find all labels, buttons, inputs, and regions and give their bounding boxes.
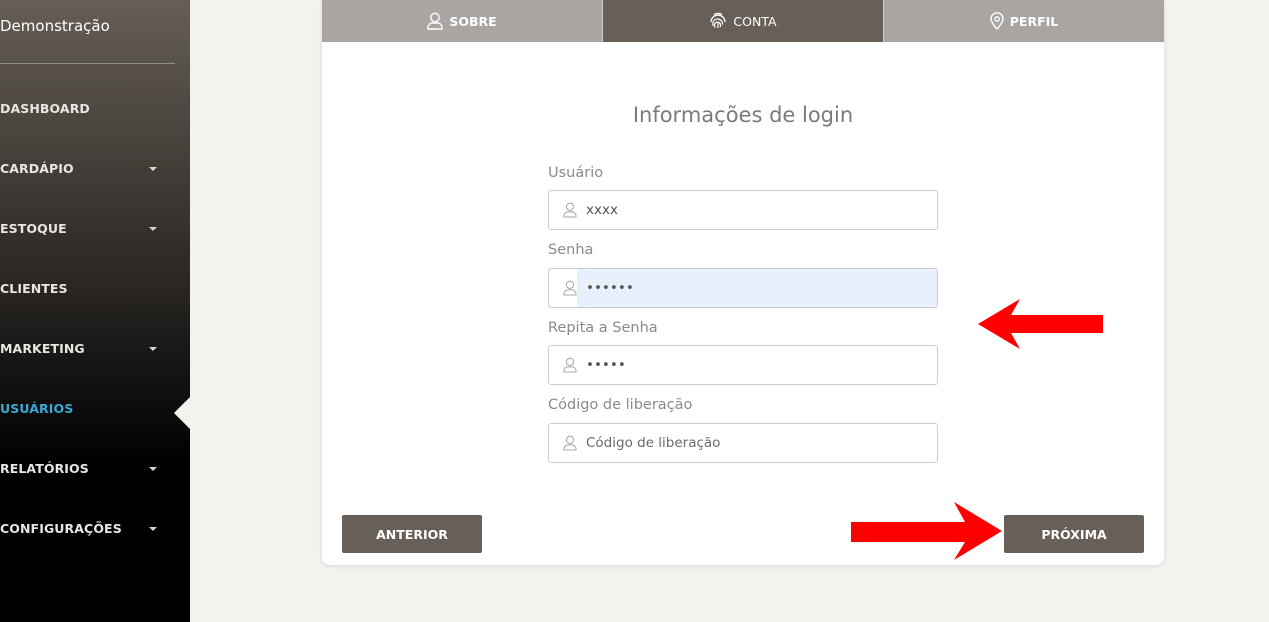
- sidebar-item-estoque[interactable]: ESTOQUE: [0, 198, 190, 258]
- sidebar-item-label: CONFIGURAÇÕES: [0, 520, 122, 536]
- sidebar-item-label: DASHBOARD: [0, 100, 90, 116]
- active-indicator: [174, 397, 190, 429]
- proxima-button[interactable]: PRÓXIMA: [1004, 515, 1144, 553]
- repita-senha-field[interactable]: [548, 345, 938, 385]
- repita-senha-label: Repita a Senha: [548, 320, 658, 336]
- codigo-input[interactable]: [577, 424, 937, 462]
- sidebar-item-configuracoes[interactable]: CONFIGURAÇÕES: [0, 498, 190, 558]
- anterior-button[interactable]: ANTERIOR: [342, 515, 482, 553]
- sidebar-item-relatorios[interactable]: RELATÓRIOS: [0, 438, 190, 498]
- sidebar-item-clientes[interactable]: CLIENTES: [0, 258, 190, 318]
- sidebar-item-label: USUÁRIOS: [0, 400, 74, 416]
- sidebar-item-label: CLIENTES: [0, 280, 68, 296]
- brand-divider: [0, 63, 175, 64]
- tab-conta[interactable]: CONTA: [602, 0, 883, 42]
- senha-input[interactable]: [577, 269, 937, 307]
- sidebar: Demonstração DASHBOARD CARDÁPIO ESTOQUE …: [0, 0, 190, 622]
- tab-label: SOBRE: [449, 13, 497, 29]
- repita-senha-input[interactable]: [577, 346, 937, 384]
- user-icon: [427, 12, 444, 30]
- fingerprint-icon: [709, 12, 727, 30]
- usuario-field[interactable]: [548, 190, 938, 230]
- sidebar-item-dashboard[interactable]: DASHBOARD: [0, 78, 190, 138]
- brand-name: Demonstração: [0, 17, 110, 35]
- form-title: Informações de login: [632, 103, 854, 127]
- tab-label: CONTA: [733, 13, 777, 29]
- tab-sobre[interactable]: SOBRE: [322, 0, 602, 42]
- sidebar-item-label: MARKETING: [0, 340, 85, 356]
- map-pin-icon: [990, 12, 1004, 30]
- wizard-tabs: SOBRE CONTA PERFIL: [322, 0, 1164, 42]
- tab-perfil[interactable]: PERFIL: [883, 0, 1164, 42]
- usuario-label: Usuário: [548, 165, 604, 181]
- wizard-card: SOBRE CONTA PERFIL Informações de login …: [322, 0, 1164, 565]
- user-icon: [549, 191, 577, 229]
- sidebar-item-usuarios[interactable]: USUÁRIOS: [0, 378, 190, 438]
- right-arrow-icon: [851, 502, 1002, 560]
- sidebar-item-label: CARDÁPIO: [0, 160, 74, 176]
- sidebar-item-marketing[interactable]: MARKETING: [0, 318, 190, 378]
- left-arrow-icon: [978, 299, 1103, 349]
- sidebar-item-label: ESTOQUE: [0, 220, 67, 236]
- user-icon: [549, 346, 577, 384]
- senha-label: Senha: [548, 242, 594, 258]
- caret-down-icon: [149, 167, 157, 171]
- caret-down-icon: [149, 227, 157, 231]
- caret-down-icon: [149, 527, 157, 531]
- tab-label: PERFIL: [1009, 13, 1059, 29]
- senha-field[interactable]: [548, 268, 938, 308]
- sidebar-item-cardapio[interactable]: CARDÁPIO: [0, 138, 190, 198]
- sidebar-item-label: RELATÓRIOS: [0, 460, 89, 476]
- caret-down-icon: [149, 467, 157, 471]
- usuario-input[interactable]: [577, 191, 937, 229]
- user-icon: [549, 424, 577, 462]
- sidebar-nav: DASHBOARD CARDÁPIO ESTOQUE CLIENTES MARK…: [0, 78, 190, 558]
- codigo-label: Código de liberação: [548, 397, 693, 413]
- caret-down-icon: [149, 347, 157, 351]
- user-icon: [549, 269, 577, 307]
- codigo-field[interactable]: [548, 423, 938, 463]
